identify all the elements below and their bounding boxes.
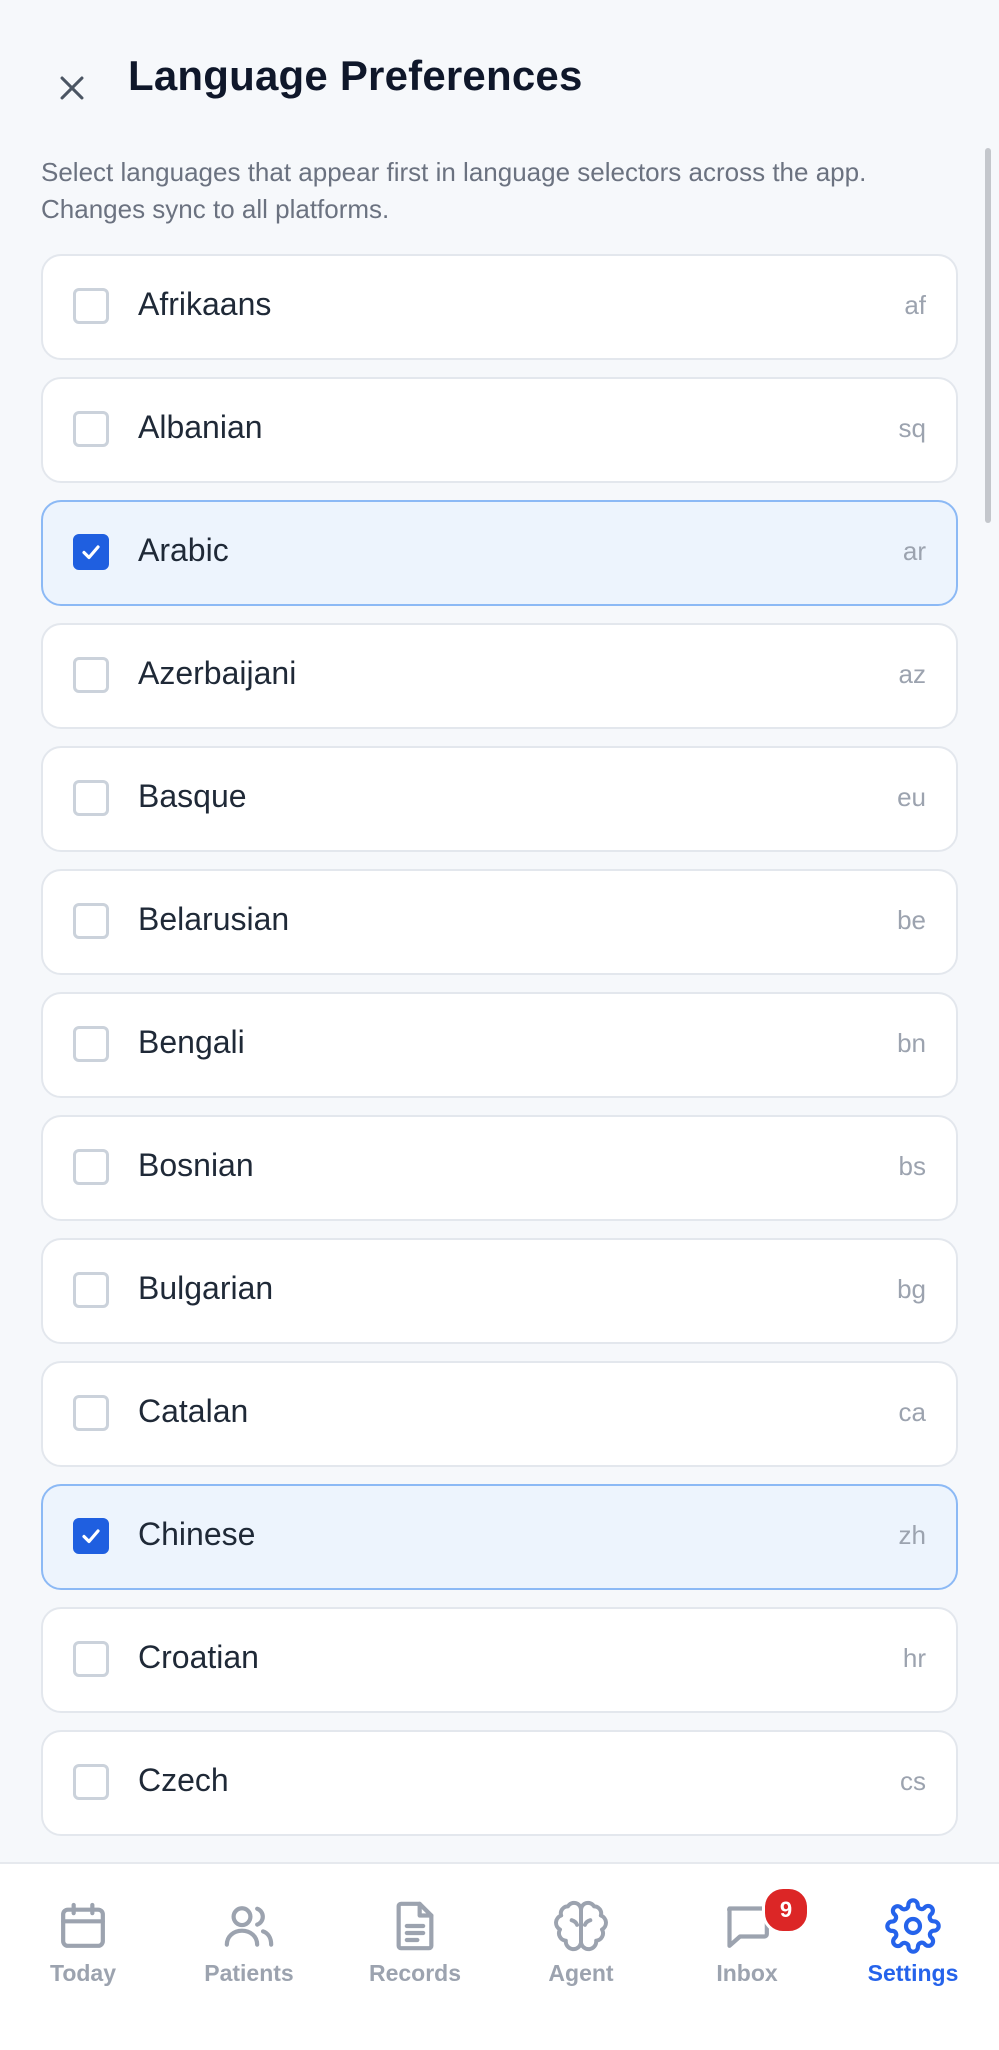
language-name: Arabic bbox=[138, 532, 229, 568]
brain-icon bbox=[554, 1900, 608, 1952]
language-row[interactable]: Croatian hr bbox=[41, 1607, 958, 1713]
users-icon bbox=[224, 1906, 274, 1947]
language-name: Belarusian bbox=[138, 901, 290, 937]
tab-label: Records bbox=[368, 1960, 462, 1986]
checkbox[interactable] bbox=[73, 1764, 109, 1800]
language-name: Basque bbox=[138, 778, 247, 814]
tab-label: Today bbox=[49, 1960, 117, 1986]
language-row[interactable]: Bosnian bs bbox=[41, 1115, 958, 1221]
checkbox[interactable] bbox=[73, 288, 109, 324]
checkbox[interactable] bbox=[73, 780, 109, 816]
language-name: Albanian bbox=[138, 409, 263, 445]
language-row[interactable]: Catalan ca bbox=[41, 1361, 958, 1467]
language-code: bn bbox=[897, 1028, 926, 1058]
tab-label: Agent bbox=[548, 1960, 614, 1986]
language-row[interactable]: Bengali bn bbox=[41, 992, 958, 1098]
tab-bar: Today Patients Records Agent 9 Inbox Set… bbox=[0, 1862, 999, 2050]
checkbox[interactable] bbox=[73, 1395, 109, 1431]
language-code: zh bbox=[898, 1520, 926, 1550]
language-name: Bosnian bbox=[138, 1147, 254, 1183]
language-row[interactable]: Arabic ar bbox=[41, 500, 958, 606]
language-name: Afrikaans bbox=[138, 286, 272, 322]
tab-inbox[interactable]: 9 Inbox bbox=[664, 1864, 830, 2050]
checkbox[interactable] bbox=[73, 1026, 109, 1062]
tab-label: Inbox bbox=[716, 1960, 778, 1986]
tab-agent[interactable]: Agent bbox=[498, 1864, 664, 2050]
checkbox[interactable] bbox=[73, 411, 109, 447]
scrollbar[interactable] bbox=[985, 148, 991, 523]
language-row[interactable]: Bulgarian bg bbox=[41, 1238, 958, 1344]
calendar-icon bbox=[61, 1902, 105, 1948]
tab-label: Settings bbox=[867, 1960, 959, 1986]
tab-patients[interactable]: Patients bbox=[166, 1864, 332, 2050]
gear-icon bbox=[885, 1898, 941, 1954]
language-code: eu bbox=[897, 782, 926, 812]
language-name: Bengali bbox=[138, 1024, 245, 1060]
checkbox[interactable] bbox=[73, 1272, 109, 1308]
checkbox[interactable] bbox=[73, 1149, 109, 1185]
tab-records[interactable]: Records bbox=[332, 1864, 498, 2050]
checkbox[interactable] bbox=[73, 903, 109, 939]
notification-badge: 9 bbox=[762, 1886, 810, 1934]
language-code: ca bbox=[898, 1397, 926, 1427]
language-code: af bbox=[904, 290, 926, 320]
close-icon bbox=[60, 76, 84, 100]
language-name: Croatian bbox=[138, 1639, 259, 1675]
language-name: Chinese bbox=[138, 1516, 256, 1552]
language-code: ar bbox=[902, 536, 926, 566]
language-code: sq bbox=[898, 413, 926, 443]
page-description: Select languages that appear first in la… bbox=[41, 157, 867, 224]
tab-settings[interactable]: Settings bbox=[830, 1864, 996, 2050]
header: Language Preferences bbox=[0, 0, 999, 150]
language-code: bs bbox=[898, 1151, 926, 1181]
language-code: bg bbox=[897, 1274, 926, 1304]
language-row[interactable]: Chinese zh bbox=[41, 1484, 958, 1590]
language-code: be bbox=[897, 905, 926, 935]
check-icon bbox=[82, 545, 100, 560]
language-row[interactable]: Afrikaans af bbox=[41, 254, 958, 360]
language-name: Catalan bbox=[138, 1393, 249, 1429]
language-code: az bbox=[898, 659, 926, 689]
language-row[interactable]: Czech cs bbox=[41, 1730, 958, 1836]
close-button[interactable] bbox=[42, 58, 102, 118]
language-code: cs bbox=[900, 1766, 926, 1796]
language-name: Czech bbox=[138, 1762, 229, 1798]
checkbox[interactable] bbox=[73, 1641, 109, 1677]
language-name: Bulgarian bbox=[138, 1270, 274, 1306]
checkbox[interactable] bbox=[73, 534, 109, 570]
page-title: Language Preferences bbox=[128, 52, 583, 99]
language-row[interactable]: Belarusian be bbox=[41, 869, 958, 975]
tab-today[interactable]: Today bbox=[0, 1864, 166, 2050]
language-row[interactable]: Albanian sq bbox=[41, 377, 958, 483]
language-name: Azerbaijani bbox=[138, 655, 297, 691]
checkbox[interactable] bbox=[73, 1518, 109, 1554]
language-row[interactable]: Azerbaijani az bbox=[41, 623, 958, 729]
document-icon bbox=[396, 1901, 434, 1951]
checkbox[interactable] bbox=[73, 657, 109, 693]
language-code: hr bbox=[902, 1643, 926, 1673]
tab-label: Patients bbox=[204, 1960, 294, 1986]
check-icon bbox=[82, 1529, 100, 1544]
language-row[interactable]: Basque eu bbox=[41, 746, 958, 852]
